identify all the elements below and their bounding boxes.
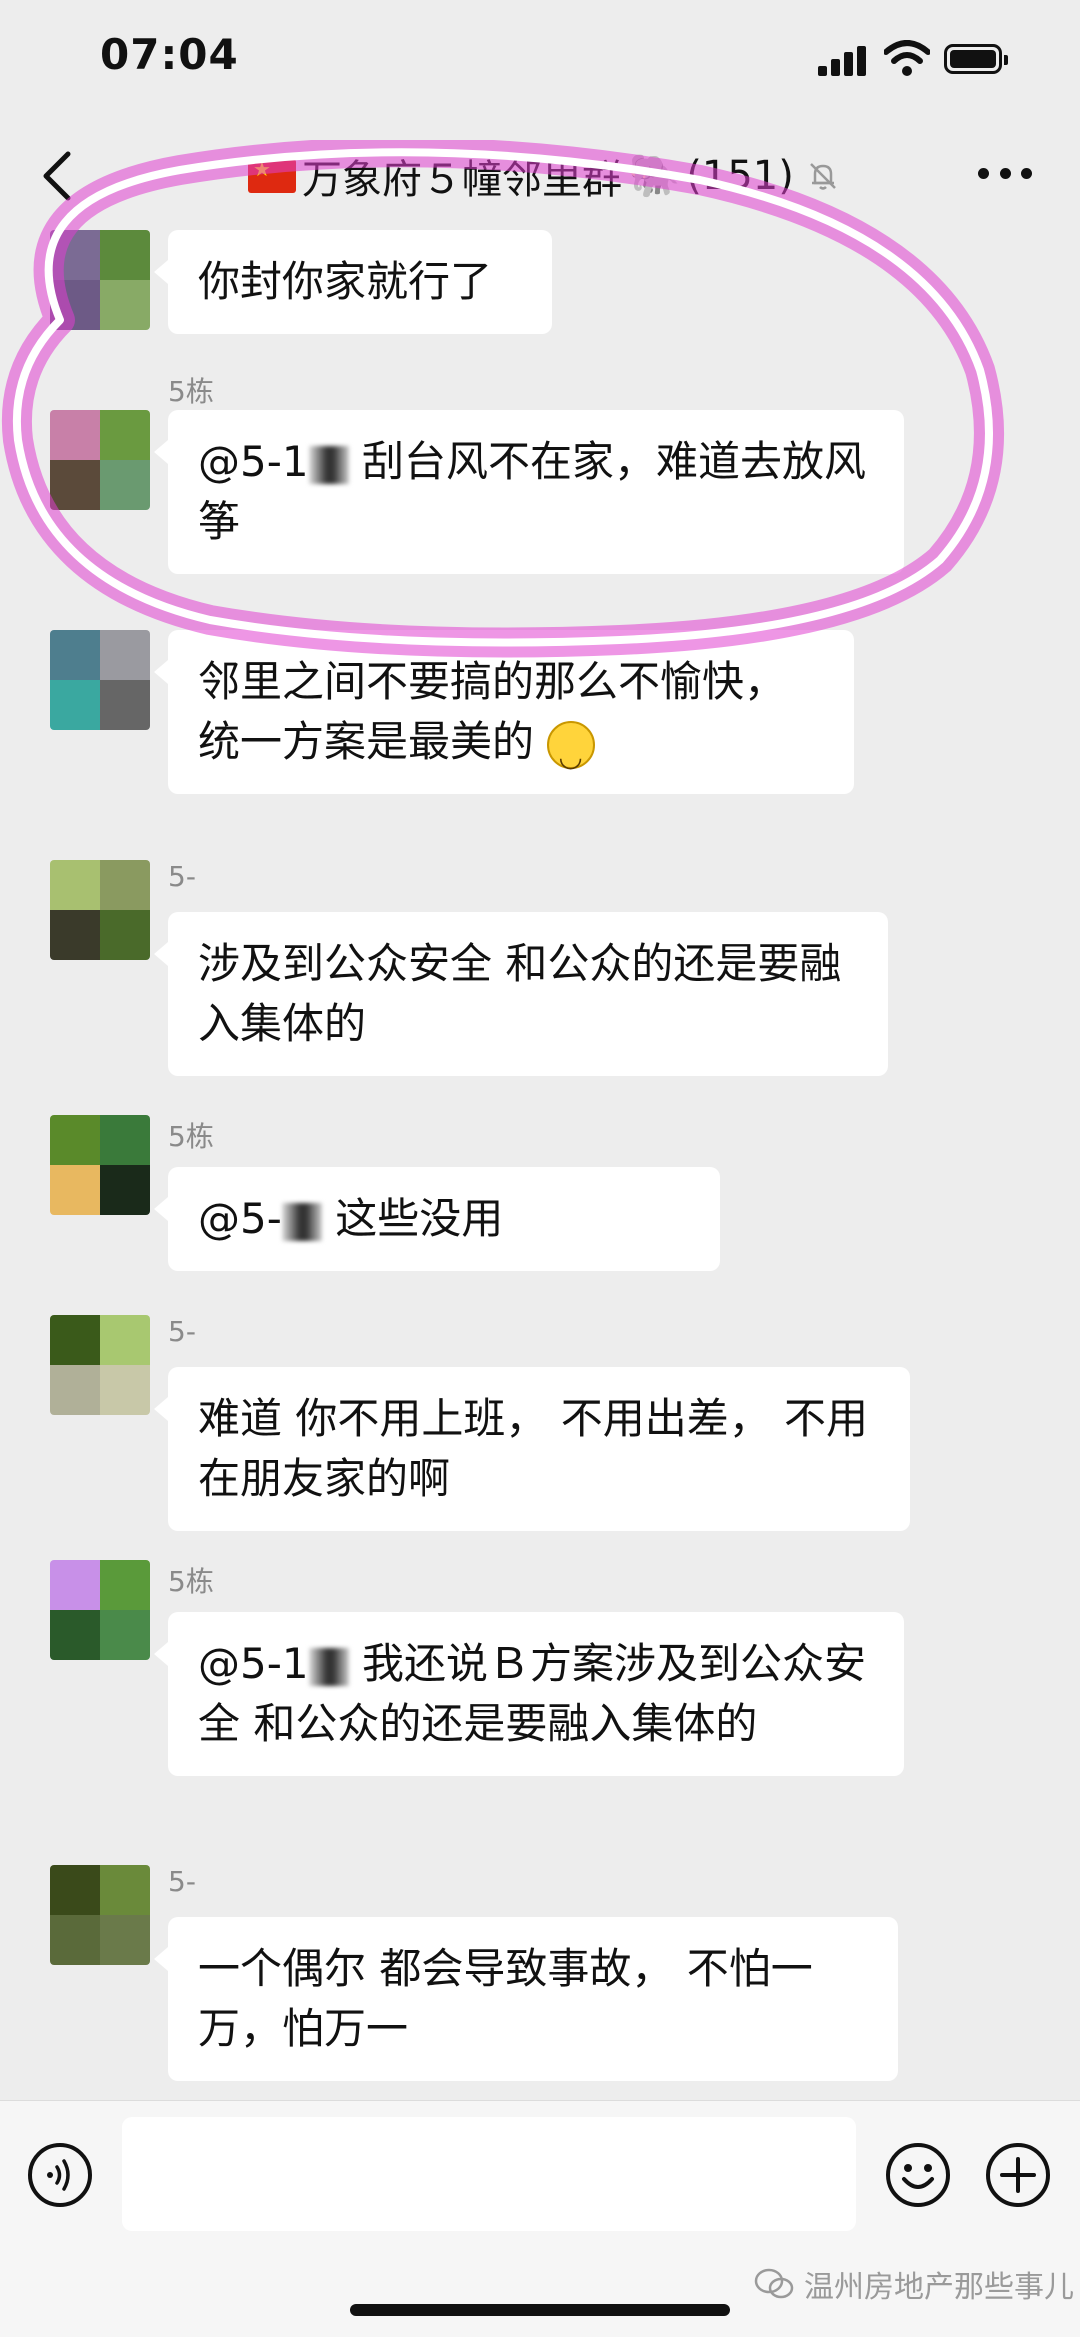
message-text: 一个偶尔 都会导致事故， 不怕一万，怕万一 <box>198 1944 813 2053</box>
smile-emoji-icon <box>547 720 596 787</box>
message-text: 你封你家就行了 <box>198 257 493 306</box>
sender-name: 5- <box>168 1865 196 1898</box>
avatar[interactable] <box>50 630 150 730</box>
sender-name: 5栋 <box>168 375 214 408</box>
avatar[interactable] <box>50 230 150 330</box>
sender-name: 5栋 <box>168 1565 214 1598</box>
avatar[interactable] <box>50 410 150 510</box>
avatar[interactable] <box>50 1560 150 1660</box>
message-text: 邻里之间不要搞的那么不愉快，统一方案是最美的 <box>198 657 787 766</box>
message-bubble[interactable]: 涉及到公众安全 和公众的还是要融入集体的 <box>154 912 888 1076</box>
message-list[interactable]: 你封你家就行了 5栋 @5-1 刮台风不在家，难道去放风筝 邻里之间不要搞的那么… <box>0 230 1080 2100</box>
status-bar: 07:04 <box>0 0 1080 120</box>
battery-icon <box>944 44 1008 74</box>
watermark: 温州房地产那些事儿 <box>754 2262 1074 2306</box>
avatar[interactable] <box>50 1865 150 1965</box>
message-input[interactable] <box>122 2117 856 2231</box>
message-text: 难道 你不用上班， 不用出差， 不用在朋友家的啊 <box>198 1394 869 1503</box>
wechat-logo-icon <box>754 2268 794 2299</box>
member-count: (151) <box>686 153 794 199</box>
message-bubble[interactable]: 你封你家就行了 <box>154 230 552 334</box>
chat-title: 万象府５幢邻里群 🐘 (151) <box>248 148 848 204</box>
avatar[interactable] <box>50 1115 150 1215</box>
sender-name: 5栋 <box>168 1120 214 1153</box>
more-options-icon[interactable] <box>978 168 1032 182</box>
message-text: 这些没用 <box>335 1194 504 1243</box>
emoji-icon[interactable] <box>884 2141 952 2209</box>
sender-name: 5- <box>168 1315 196 1348</box>
mention: @5-1 <box>198 437 309 486</box>
message-bubble[interactable]: 邻里之间不要搞的那么不愉快，统一方案是最美的 <box>154 630 854 794</box>
avatar[interactable] <box>50 1315 150 1415</box>
signal-icon <box>818 46 866 76</box>
mention: @5- <box>198 1194 282 1243</box>
chat-header: 万象府５幢邻里群 🐘 (151) <box>0 120 1080 230</box>
message-bubble[interactable]: @5-1 刮台风不在家，难道去放风筝 <box>154 410 904 574</box>
china-flag-icon <box>248 157 296 193</box>
message-bubble[interactable]: 一个偶尔 都会导致事故， 不怕一万，怕万一 <box>154 1917 898 2081</box>
message-bubble[interactable]: @5-1 我还说Ｂ方案涉及到公众安全 和公众的还是要融入集体的 <box>154 1612 904 1776</box>
mute-bell-icon <box>809 163 836 190</box>
mention: @5-1 <box>198 1639 309 1688</box>
avatar[interactable] <box>50 860 150 960</box>
message-bubble[interactable]: @5- 这些没用 <box>154 1167 720 1271</box>
watermark-text: 温州房地产那些事儿 <box>804 2270 1074 2305</box>
back-arrow-icon[interactable] <box>38 148 78 204</box>
wifi-icon <box>884 40 930 76</box>
plus-icon[interactable] <box>984 2141 1052 2209</box>
message-text: 涉及到公众安全 和公众的还是要融入集体的 <box>198 939 842 1048</box>
status-time: 07:04 <box>100 30 239 79</box>
redacted-name <box>308 445 349 484</box>
voice-input-icon[interactable] <box>26 2141 94 2209</box>
redacted-name <box>281 1202 322 1241</box>
redacted-name <box>308 1647 349 1686</box>
elephant-icon: 🐘 <box>628 151 681 200</box>
message-bubble[interactable]: 难道 你不用上班， 不用出差， 不用在朋友家的啊 <box>154 1367 910 1531</box>
home-indicator <box>350 2304 730 2316</box>
sender-name: 5- <box>168 860 196 893</box>
group-name: 万象府５幢邻里群 <box>302 157 622 203</box>
